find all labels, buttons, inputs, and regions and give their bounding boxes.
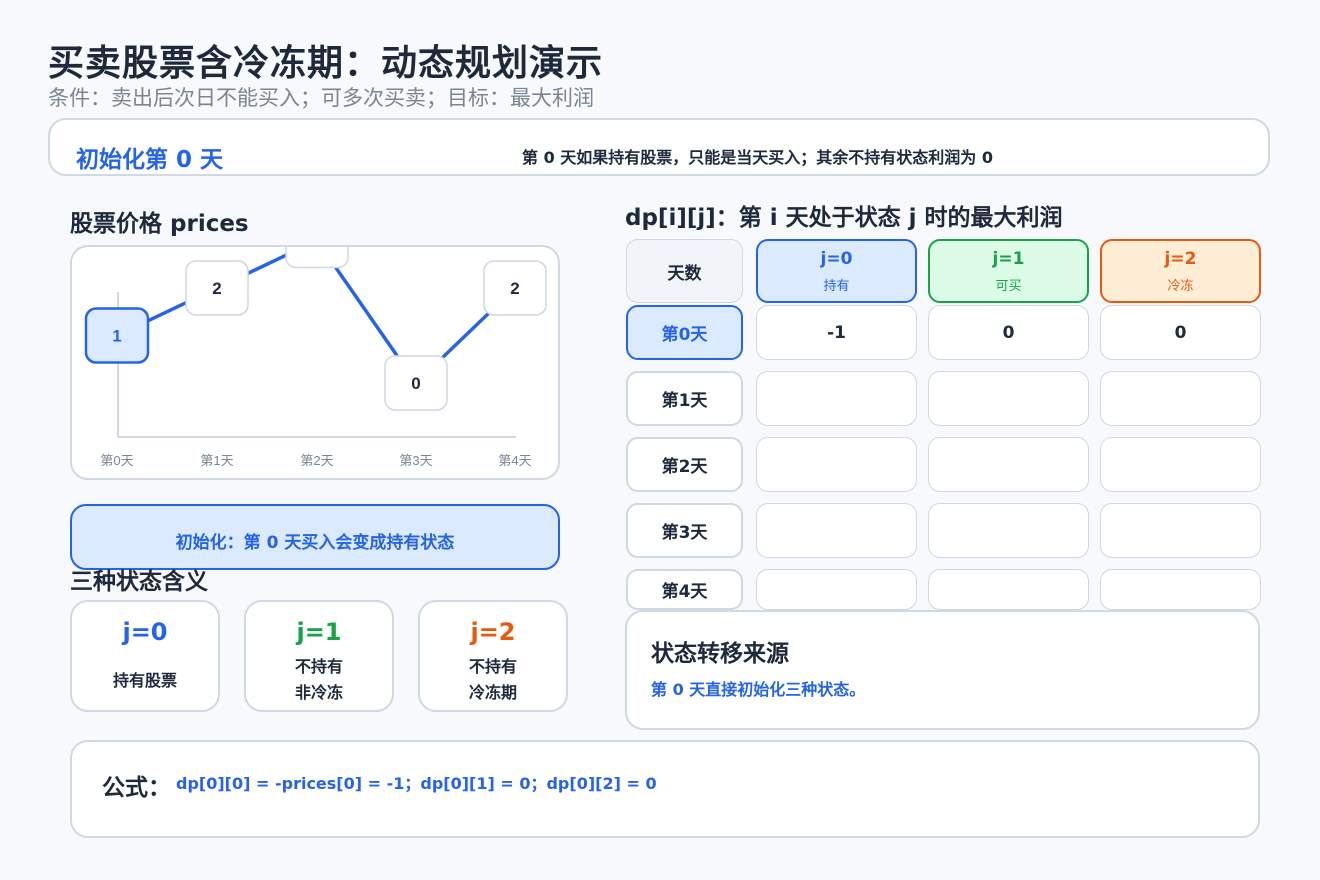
dp-row-label: 第0天 bbox=[626, 305, 743, 360]
price-value: 2 bbox=[212, 279, 221, 298]
dp-cell bbox=[928, 569, 1089, 610]
dp-cell bbox=[928, 437, 1089, 492]
state-j: j=0 bbox=[122, 618, 168, 646]
dp-cell bbox=[756, 437, 917, 492]
dp-column-j: j=1 bbox=[992, 248, 1025, 269]
formula-card: 公式： dp[0][0] = -prices[0] = -1；dp[0][1] … bbox=[70, 740, 1260, 838]
price-value: 3 bbox=[312, 247, 321, 251]
dp-cell bbox=[1100, 437, 1261, 492]
dp-row-label: 第2天 bbox=[626, 437, 743, 492]
dp-heading: dp[i][j]：第 i 天处于状态 j 时的最大利润 bbox=[625, 205, 1063, 231]
dp-cell bbox=[1100, 371, 1261, 426]
x-tick-label: 第4天 bbox=[498, 453, 531, 468]
dp-column-sub: 冷冻 bbox=[1167, 278, 1194, 294]
transition-text: 第 0 天直接初始化三种状态。 bbox=[651, 680, 866, 699]
dp-cell bbox=[756, 371, 917, 426]
x-tick-label: 第3天 bbox=[399, 453, 432, 468]
transition-title: 状态转移来源 bbox=[651, 641, 789, 667]
dp-column-header: j=0 持有 bbox=[756, 239, 917, 303]
state-desc: 不持有 非冷冻 bbox=[294, 657, 343, 702]
price-chart: 第0天 第1天 第2天 第3天 第4天 1 2 3 0 2 bbox=[70, 245, 560, 480]
state-desc: 不持有 冷冻期 bbox=[468, 657, 517, 702]
formula-text: dp[0][0] = -prices[0] = -1；dp[0][1] = 0；… bbox=[176, 774, 657, 793]
x-tick-label: 第1天 bbox=[200, 453, 233, 468]
info-banner: 初始化：第 0 天买入会变成持有状态 bbox=[70, 504, 560, 570]
states-heading: 三种状态含义 bbox=[70, 569, 208, 595]
price-chart-svg: 第0天 第1天 第2天 第3天 第4天 1 2 3 0 2 bbox=[84, 247, 547, 468]
dp-cell: -1 bbox=[756, 305, 917, 360]
dp-cell bbox=[1100, 503, 1261, 558]
page-subtitle: 条件：卖出后次日不能买入；可多次买卖；目标：最大利润 bbox=[48, 86, 594, 110]
step-description: 第 0 天如果持有股票，只能是当天买入；其余不持有状态利润为 0 bbox=[522, 148, 993, 167]
dp-cell bbox=[756, 503, 917, 558]
state-card-not-holding: j=1 不持有 非冷冻 bbox=[244, 600, 394, 712]
dp-cell bbox=[756, 569, 917, 610]
price-value: 1 bbox=[112, 327, 121, 346]
dp-column-header: j=1 可买 bbox=[928, 239, 1089, 303]
dp-column-sub: 持有 bbox=[823, 278, 850, 294]
transition-card: 状态转移来源 第 0 天直接初始化三种状态。 bbox=[625, 610, 1260, 730]
dp-cell bbox=[928, 503, 1089, 558]
state-j: j=1 bbox=[296, 618, 342, 646]
state-card-cooldown: j=2 不持有 冷冻期 bbox=[418, 600, 568, 712]
dp-column-sub: 可买 bbox=[995, 278, 1022, 294]
dp-column-header: j=2 冷冻 bbox=[1100, 239, 1261, 303]
prices-heading: 股票价格 prices bbox=[70, 211, 249, 237]
dp-row-label: 第1天 bbox=[626, 371, 743, 426]
step-title: 初始化第 0 天 bbox=[76, 147, 224, 173]
page-title: 买卖股票含冷冻期：动态规划演示 bbox=[48, 43, 604, 84]
dp-row-label: 第4天 bbox=[626, 569, 743, 610]
step-banner: 初始化第 0 天 第 0 天如果持有股票，只能是当天买入；其余不持有状态利润为 … bbox=[48, 118, 1270, 176]
x-tick-label: 第0天 bbox=[100, 453, 133, 468]
dp-column-j: j=0 bbox=[820, 248, 853, 269]
state-j: j=2 bbox=[470, 618, 516, 646]
dp-column-j: j=2 bbox=[1164, 248, 1197, 269]
price-value: 0 bbox=[411, 374, 420, 393]
dp-row-label: 第3天 bbox=[626, 503, 743, 558]
x-tick-label: 第2天 bbox=[300, 453, 333, 468]
price-value: 2 bbox=[510, 279, 519, 298]
dp-cell bbox=[928, 371, 1089, 426]
dp-corner-header: 天数 bbox=[626, 239, 743, 303]
dp-cell: 0 bbox=[928, 305, 1089, 360]
dp-cell bbox=[1100, 569, 1261, 610]
state-card-holding: j=0 持有股票 bbox=[70, 600, 220, 712]
formula-label: 公式： bbox=[102, 775, 171, 801]
dp-cell: 0 bbox=[1100, 305, 1261, 360]
state-desc: 持有股票 bbox=[112, 671, 177, 690]
